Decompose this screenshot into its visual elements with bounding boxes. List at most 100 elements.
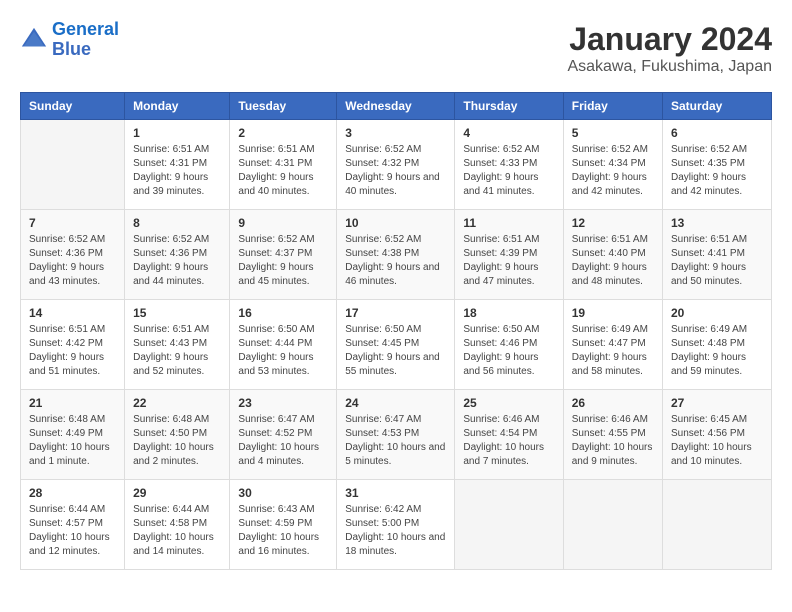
day-info: Sunrise: 6:47 AMSunset: 4:52 PMDaylight:… [238,413,328,469]
day-cell: 12 Sunrise: 6:51 AMSunset: 4:40 PMDaylig… [563,210,662,300]
day-number: 10 [345,216,446,230]
day-cell: 25 Sunrise: 6:46 AMSunset: 4:54 PMDaylig… [455,390,563,480]
day-info: Sunrise: 6:52 AMSunset: 4:38 PMDaylight:… [345,233,446,289]
day-cell: 3 Sunrise: 6:52 AMSunset: 4:32 PMDayligh… [337,120,455,210]
day-info: Sunrise: 6:52 AMSunset: 4:33 PMDaylight:… [463,143,554,199]
logo-line2: Blue [52,39,91,59]
day-number: 19 [572,306,654,320]
week-row-4: 28 Sunrise: 6:44 AMSunset: 4:57 PMDaylig… [21,480,772,570]
day-number: 20 [671,306,763,320]
day-info: Sunrise: 6:49 AMSunset: 4:47 PMDaylight:… [572,323,654,379]
day-info: Sunrise: 6:51 AMSunset: 4:39 PMDaylight:… [463,233,554,289]
header-thursday: Thursday [455,93,563,120]
day-info: Sunrise: 6:51 AMSunset: 4:40 PMDaylight:… [572,233,654,289]
day-info: Sunrise: 6:48 AMSunset: 4:49 PMDaylight:… [29,413,116,469]
day-cell [455,480,563,570]
day-number: 22 [133,396,221,410]
day-info: Sunrise: 6:44 AMSunset: 4:57 PMDaylight:… [29,503,116,559]
logo-text: General Blue [52,20,119,60]
day-number: 3 [345,126,446,140]
day-number: 23 [238,396,328,410]
day-number: 11 [463,216,554,230]
day-number: 13 [671,216,763,230]
day-number: 5 [572,126,654,140]
day-number: 27 [671,396,763,410]
day-cell: 26 Sunrise: 6:46 AMSunset: 4:55 PMDaylig… [563,390,662,480]
day-cell: 27 Sunrise: 6:45 AMSunset: 4:56 PMDaylig… [662,390,771,480]
day-number: 18 [463,306,554,320]
day-info: Sunrise: 6:50 AMSunset: 4:44 PMDaylight:… [238,323,328,379]
day-number: 28 [29,486,116,500]
day-info: Sunrise: 6:47 AMSunset: 4:53 PMDaylight:… [345,413,446,469]
day-number: 30 [238,486,328,500]
day-cell: 22 Sunrise: 6:48 AMSunset: 4:50 PMDaylig… [125,390,230,480]
header-wednesday: Wednesday [337,93,455,120]
day-number: 29 [133,486,221,500]
day-info: Sunrise: 6:51 AMSunset: 4:42 PMDaylight:… [29,323,116,379]
day-cell: 2 Sunrise: 6:51 AMSunset: 4:31 PMDayligh… [230,120,337,210]
header-sunday: Sunday [21,93,125,120]
day-number: 8 [133,216,221,230]
calendar-title: January 2024 [567,20,772,58]
calendar-table: SundayMondayTuesdayWednesdayThursdayFrid… [20,92,772,570]
day-cell [563,480,662,570]
day-info: Sunrise: 6:42 AMSunset: 5:00 PMDaylight:… [345,503,446,559]
day-number: 15 [133,306,221,320]
header-saturday: Saturday [662,93,771,120]
day-info: Sunrise: 6:46 AMSunset: 4:55 PMDaylight:… [572,413,654,469]
day-info: Sunrise: 6:52 AMSunset: 4:34 PMDaylight:… [572,143,654,199]
day-info: Sunrise: 6:52 AMSunset: 4:32 PMDaylight:… [345,143,446,199]
day-cell: 30 Sunrise: 6:43 AMSunset: 4:59 PMDaylig… [230,480,337,570]
day-cell: 4 Sunrise: 6:52 AMSunset: 4:33 PMDayligh… [455,120,563,210]
day-info: Sunrise: 6:44 AMSunset: 4:58 PMDaylight:… [133,503,221,559]
header-tuesday: Tuesday [230,93,337,120]
title-block: January 2024 Asakawa, Fukushima, Japan [567,20,772,76]
day-info: Sunrise: 6:46 AMSunset: 4:54 PMDaylight:… [463,413,554,469]
day-info: Sunrise: 6:50 AMSunset: 4:45 PMDaylight:… [345,323,446,379]
logo-line1: General [52,19,119,39]
week-row-1: 7 Sunrise: 6:52 AMSunset: 4:36 PMDayligh… [21,210,772,300]
day-cell [21,120,125,210]
day-cell: 24 Sunrise: 6:47 AMSunset: 4:53 PMDaylig… [337,390,455,480]
day-cell: 23 Sunrise: 6:47 AMSunset: 4:52 PMDaylig… [230,390,337,480]
day-info: Sunrise: 6:51 AMSunset: 4:31 PMDaylight:… [238,143,328,199]
day-info: Sunrise: 6:52 AMSunset: 4:35 PMDaylight:… [671,143,763,199]
week-row-2: 14 Sunrise: 6:51 AMSunset: 4:42 PMDaylig… [21,300,772,390]
day-info: Sunrise: 6:52 AMSunset: 4:37 PMDaylight:… [238,233,328,289]
page-header: General Blue January 2024 Asakawa, Fukus… [20,20,772,76]
day-cell: 20 Sunrise: 6:49 AMSunset: 4:48 PMDaylig… [662,300,771,390]
day-number: 7 [29,216,116,230]
day-cell: 14 Sunrise: 6:51 AMSunset: 4:42 PMDaylig… [21,300,125,390]
day-info: Sunrise: 6:50 AMSunset: 4:46 PMDaylight:… [463,323,554,379]
day-number: 1 [133,126,221,140]
day-cell: 18 Sunrise: 6:50 AMSunset: 4:46 PMDaylig… [455,300,563,390]
day-number: 21 [29,396,116,410]
day-cell: 6 Sunrise: 6:52 AMSunset: 4:35 PMDayligh… [662,120,771,210]
day-number: 9 [238,216,328,230]
day-number: 2 [238,126,328,140]
day-cell: 28 Sunrise: 6:44 AMSunset: 4:57 PMDaylig… [21,480,125,570]
day-cell: 15 Sunrise: 6:51 AMSunset: 4:43 PMDaylig… [125,300,230,390]
day-number: 16 [238,306,328,320]
day-number: 31 [345,486,446,500]
day-number: 25 [463,396,554,410]
day-number: 6 [671,126,763,140]
day-cell: 31 Sunrise: 6:42 AMSunset: 5:00 PMDaylig… [337,480,455,570]
day-cell: 7 Sunrise: 6:52 AMSunset: 4:36 PMDayligh… [21,210,125,300]
day-cell: 17 Sunrise: 6:50 AMSunset: 4:45 PMDaylig… [337,300,455,390]
day-info: Sunrise: 6:49 AMSunset: 4:48 PMDaylight:… [671,323,763,379]
day-info: Sunrise: 6:45 AMSunset: 4:56 PMDaylight:… [671,413,763,469]
day-cell: 11 Sunrise: 6:51 AMSunset: 4:39 PMDaylig… [455,210,563,300]
day-cell: 9 Sunrise: 6:52 AMSunset: 4:37 PMDayligh… [230,210,337,300]
header-friday: Friday [563,93,662,120]
day-info: Sunrise: 6:52 AMSunset: 4:36 PMDaylight:… [29,233,116,289]
day-cell: 10 Sunrise: 6:52 AMSunset: 4:38 PMDaylig… [337,210,455,300]
header-row: SundayMondayTuesdayWednesdayThursdayFrid… [21,93,772,120]
calendar-subtitle: Asakawa, Fukushima, Japan [567,58,772,76]
week-row-3: 21 Sunrise: 6:48 AMSunset: 4:49 PMDaylig… [21,390,772,480]
day-cell: 13 Sunrise: 6:51 AMSunset: 4:41 PMDaylig… [662,210,771,300]
header-monday: Monday [125,93,230,120]
day-number: 17 [345,306,446,320]
day-number: 14 [29,306,116,320]
day-info: Sunrise: 6:51 AMSunset: 4:43 PMDaylight:… [133,323,221,379]
